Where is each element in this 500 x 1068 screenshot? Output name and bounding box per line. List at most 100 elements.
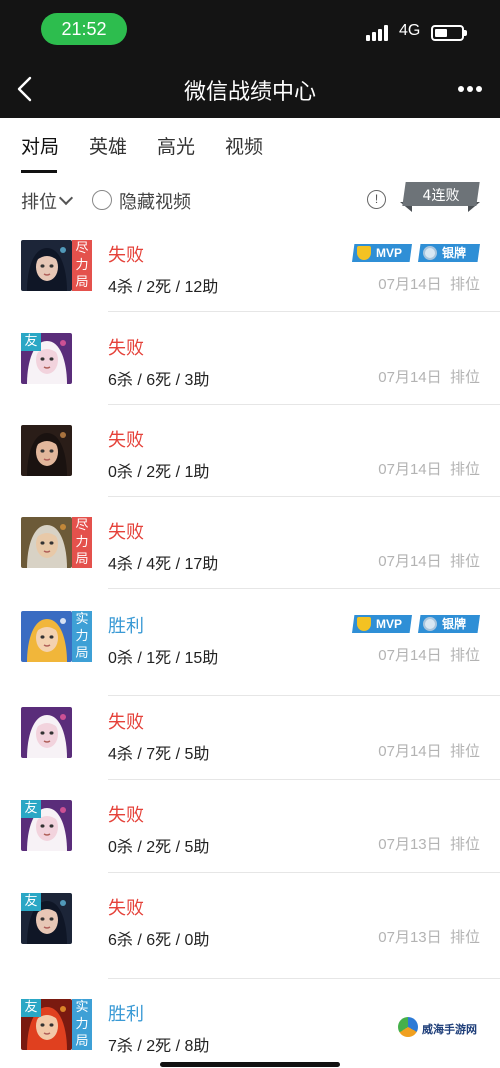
mvp-label: MVP bbox=[376, 246, 403, 260]
tab-highlights[interactable]: 高光 bbox=[157, 132, 195, 159]
match-type-tag: 尽力局 bbox=[72, 240, 92, 291]
match-date-mode: 07月13日 排位 bbox=[378, 926, 480, 947]
match-type-char: 力 bbox=[75, 258, 89, 273]
home-indicator bbox=[160, 1062, 340, 1067]
signal-icon bbox=[366, 25, 388, 41]
match-row[interactable]: 尽力局失败 4杀 / 2死 / 12助 07月14日 排位 MVP 银牌 bbox=[0, 233, 500, 325]
match-date: 07月14日 bbox=[378, 743, 442, 760]
match-date: 07月14日 bbox=[378, 553, 442, 570]
trophy-icon bbox=[357, 246, 371, 260]
match-row[interactable]: 友 失败 6杀 / 6死 / 3助 07月14日 排位 bbox=[0, 326, 500, 418]
match-row[interactable]: 友 失败 6杀 / 6死 / 0助 07月13日 排位 bbox=[0, 886, 500, 992]
match-kda: 4杀 / 2死 / 12助 bbox=[108, 279, 219, 296]
tab-matches[interactable]: 对局 bbox=[21, 132, 59, 159]
active-tab-indicator bbox=[21, 170, 57, 173]
more-dots-icon[interactable] bbox=[458, 86, 482, 92]
match-date: 07月13日 bbox=[378, 929, 442, 946]
row-divider bbox=[108, 496, 500, 497]
page-title: 微信战绩中心 bbox=[183, 80, 316, 105]
medal-icon bbox=[423, 617, 437, 631]
match-mode: 排位 bbox=[449, 276, 480, 293]
hide-video-radio[interactable] bbox=[92, 190, 112, 210]
tab-heroes[interactable]: 英雄 bbox=[89, 132, 127, 159]
match-type-char: 实 bbox=[75, 612, 89, 627]
match-mode: 排位 bbox=[449, 461, 480, 478]
watermark: 威海手游网 bbox=[396, 1012, 500, 1062]
hero-avatar bbox=[21, 611, 72, 662]
hide-video-label[interactable]: 隐藏视频 bbox=[119, 188, 191, 214]
match-date-mode: 07月14日 排位 bbox=[378, 273, 480, 294]
row-divider bbox=[108, 311, 500, 312]
match-kda: 6杀 / 6死 / 3助 bbox=[108, 372, 210, 389]
match-date: 07月14日 bbox=[378, 647, 442, 664]
info-icon[interactable]: ! bbox=[367, 190, 386, 209]
match-kda: 0杀 / 2死 / 5助 bbox=[108, 839, 210, 856]
status-time: 21:52 bbox=[41, 13, 127, 45]
match-type-tag: 尽力局 bbox=[72, 517, 92, 568]
match-type-char: 局 bbox=[75, 1034, 89, 1049]
mvp-badge: MVP bbox=[352, 615, 412, 633]
match-type-char: 力 bbox=[75, 629, 89, 644]
match-mode: 排位 bbox=[449, 647, 480, 664]
rank-dropdown-label: 排位 bbox=[21, 192, 57, 213]
match-date: 07月14日 bbox=[378, 276, 442, 293]
tab-videos[interactable]: 视频 bbox=[225, 132, 263, 159]
mvp-badge: MVP bbox=[352, 244, 412, 262]
match-type-char: 局 bbox=[75, 552, 89, 567]
streak-label: 4连败 bbox=[422, 188, 460, 204]
match-result: 失败 bbox=[108, 522, 144, 543]
watermark-text: 威海手游网 bbox=[422, 1023, 477, 1036]
match-result: 失败 bbox=[108, 898, 144, 919]
filter-row: 排位 隐藏视频 ! 4连败 bbox=[0, 182, 500, 214]
match-date-mode: 07月14日 排位 bbox=[378, 458, 480, 479]
medal-label: 银牌 bbox=[442, 617, 467, 631]
rank-dropdown[interactable]: 排位 bbox=[21, 188, 74, 214]
match-result: 失败 bbox=[108, 338, 144, 359]
row-divider bbox=[108, 588, 500, 589]
match-mode: 排位 bbox=[449, 836, 480, 853]
match-date: 07月13日 bbox=[378, 836, 442, 853]
match-row[interactable]: 失败 4杀 / 7死 / 5助 07月14日 排位 bbox=[0, 700, 500, 793]
friend-tag: 友 bbox=[21, 999, 41, 1017]
row-divider bbox=[108, 978, 500, 979]
match-result: 胜利 bbox=[108, 1004, 144, 1025]
match-type-char: 尽 bbox=[75, 518, 89, 533]
match-date-mode: 07月14日 排位 bbox=[378, 366, 480, 387]
row-divider bbox=[108, 779, 500, 780]
mvp-label: MVP bbox=[376, 617, 403, 631]
match-kda: 6杀 / 6死 / 0助 bbox=[108, 932, 210, 949]
trophy-icon bbox=[357, 617, 371, 631]
watermark-logo-icon bbox=[398, 1017, 418, 1037]
match-date: 07月14日 bbox=[378, 369, 442, 386]
match-result: 失败 bbox=[108, 430, 144, 451]
hero-avatar bbox=[21, 517, 72, 568]
match-row[interactable]: 尽力局失败 4杀 / 4死 / 17助 07月14日 排位 bbox=[0, 510, 500, 602]
match-type-char: 力 bbox=[75, 1017, 89, 1032]
match-result: 胜利 bbox=[108, 616, 144, 637]
match-result: 失败 bbox=[108, 712, 144, 733]
friend-tag: 友 bbox=[21, 333, 41, 351]
match-type-char: 实 bbox=[75, 1000, 89, 1015]
tab-bar: 对局 英雄 高光 视频 bbox=[0, 118, 500, 174]
chevron-down-icon bbox=[58, 190, 74, 206]
top-bar: 21:52 4G 微信战绩中心 bbox=[0, 0, 500, 118]
match-mode: 排位 bbox=[449, 743, 480, 760]
friend-tag: 友 bbox=[21, 800, 41, 818]
match-mode: 排位 bbox=[449, 369, 480, 386]
match-date-mode: 07月13日 排位 bbox=[378, 833, 480, 854]
network-type: 4G bbox=[399, 22, 421, 39]
match-result: 失败 bbox=[108, 805, 144, 826]
match-date: 07月14日 bbox=[378, 461, 442, 478]
row-divider bbox=[108, 404, 500, 405]
match-type-tag: 实力局 bbox=[72, 999, 92, 1050]
match-row[interactable]: 友 失败 0杀 / 2死 / 5助 07月13日 排位 bbox=[0, 793, 500, 886]
row-divider bbox=[108, 695, 500, 696]
match-row[interactable]: 失败 0杀 / 2死 / 1助 07月14日 排位 bbox=[0, 418, 500, 510]
friend-tag: 友 bbox=[21, 893, 41, 911]
match-row[interactable]: 实力局胜利 0杀 / 1死 / 15助 07月14日 排位 MVP 银牌 bbox=[0, 604, 500, 709]
match-kda: 7杀 / 2死 / 8助 bbox=[108, 1038, 210, 1055]
match-date-mode: 07月14日 排位 bbox=[378, 550, 480, 571]
silver-medal-badge: 银牌 bbox=[418, 615, 480, 633]
match-kda: 4杀 / 7死 / 5助 bbox=[108, 746, 210, 763]
hero-avatar bbox=[21, 240, 72, 291]
